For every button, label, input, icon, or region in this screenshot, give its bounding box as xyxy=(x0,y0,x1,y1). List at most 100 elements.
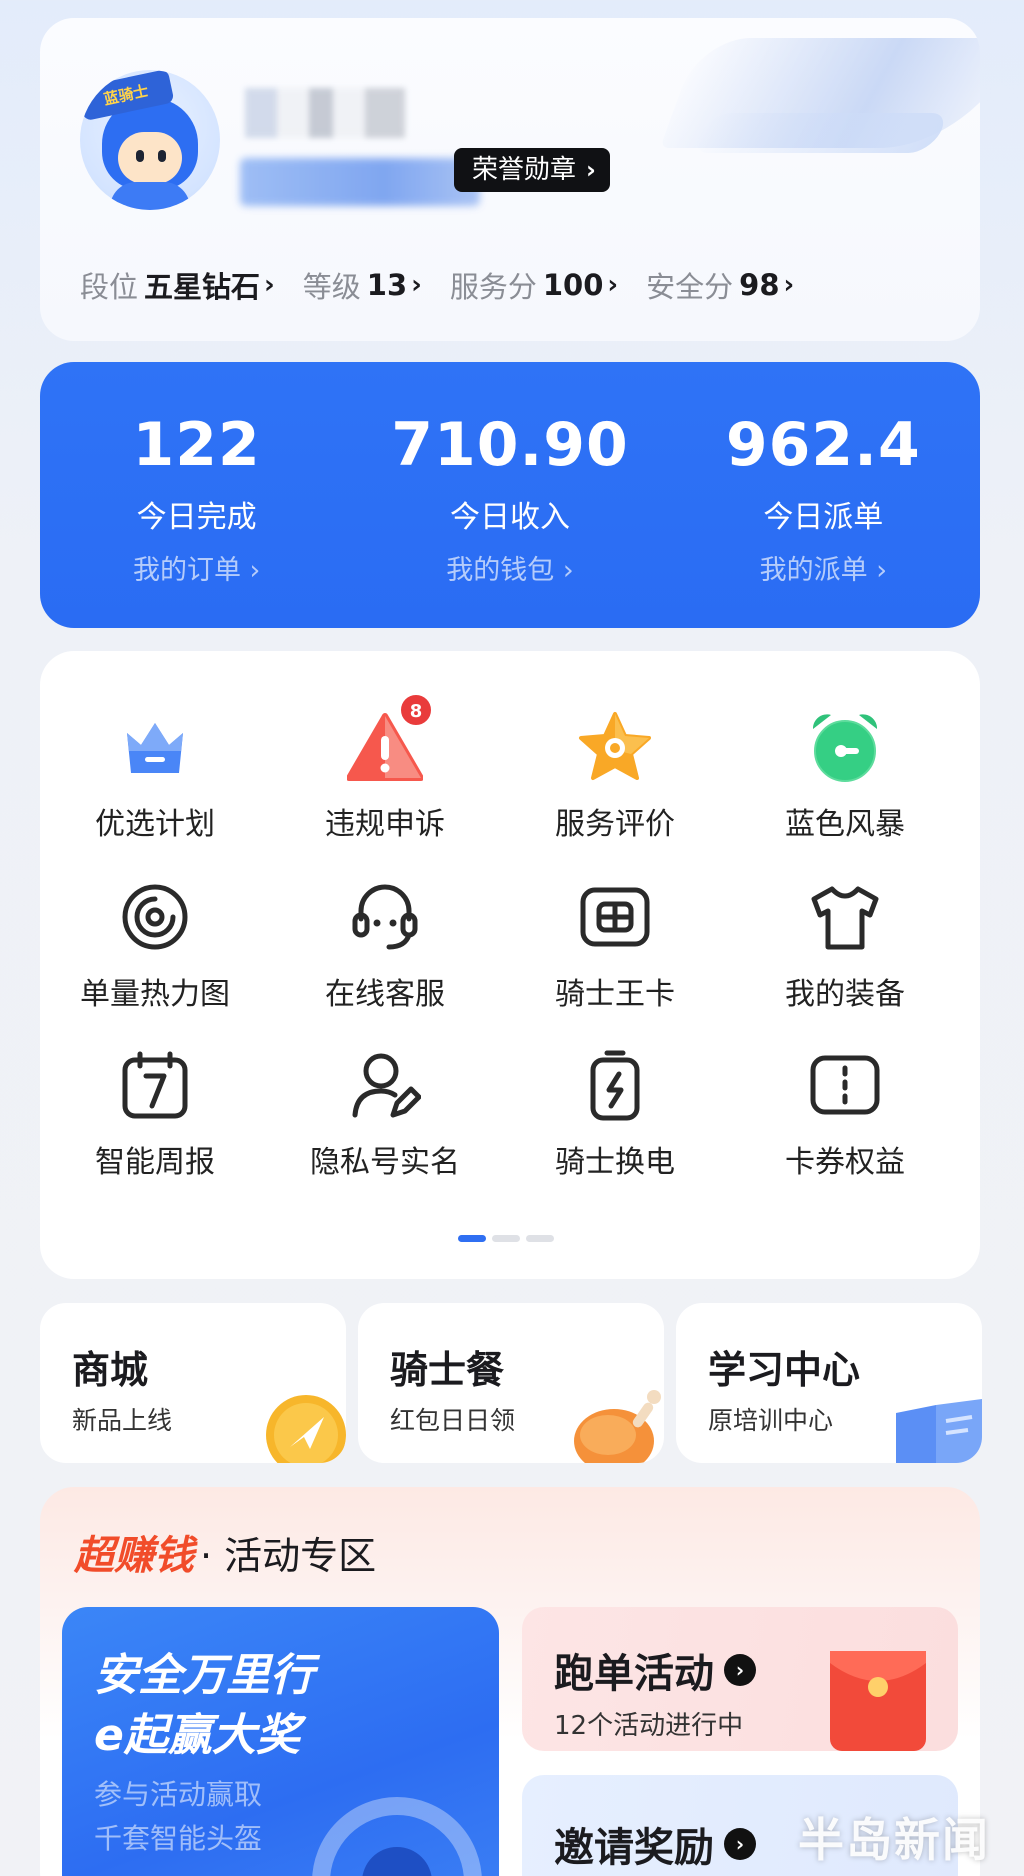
activity-title: · 活动专区 xyxy=(200,1534,377,1578)
tile-subtitle: 红包日日领 xyxy=(390,1406,516,1435)
run-activity-label: 跑单活动 xyxy=(554,1651,714,1697)
tile-title: 商城 xyxy=(72,1348,149,1392)
grid-label: 骑士王卡 xyxy=(555,977,675,1012)
page-dot xyxy=(492,1235,520,1242)
book-icon xyxy=(896,1399,982,1463)
grid-item-my-equipment[interactable]: 我的装备 xyxy=(730,877,960,1013)
stat-rank[interactable]: 段位 五星钻石 › xyxy=(80,264,275,306)
summary-income[interactable]: 710.90 今日收入 我的钱包 › xyxy=(353,362,666,628)
arrow-right-circle-icon: › xyxy=(724,1828,756,1860)
run-activity-count: 12个活动进行中 xyxy=(554,1711,744,1741)
redacted-name xyxy=(245,88,405,138)
activity-header: 超赚钱 · 活动专区 xyxy=(74,1523,376,1581)
grid-item-online-support[interactable]: 在线客服 xyxy=(270,877,500,1013)
chevron-right-icon: › xyxy=(586,156,596,184)
chevron-right-icon: › xyxy=(264,270,275,300)
grid-item-service-rating[interactable]: 服务评价 xyxy=(500,707,730,843)
profile-stats: 段位 五星钻石 › 等级 13 › 服务分 100 › 安全分 98 › xyxy=(80,264,822,306)
income-amount: 710.90 xyxy=(391,410,629,480)
crown-icon xyxy=(115,707,195,787)
tile-mall[interactable]: 商城 新品上线 xyxy=(40,1303,346,1463)
summary-completed[interactable]: 122 今日完成 我的订单 › xyxy=(40,362,353,628)
coupon-icon xyxy=(805,1045,885,1125)
grid-item-battery-swap[interactable]: 骑士换电 xyxy=(500,1045,730,1181)
completed-label: 今日完成 xyxy=(136,500,257,535)
battery-icon xyxy=(575,1045,655,1125)
honor-badge-button[interactable]: 荣誉勋章 › xyxy=(454,148,610,192)
banner-subtext: 参与活动赢取 xyxy=(94,1778,263,1811)
my-dispatch-link[interactable]: 我的派单 › xyxy=(667,548,980,587)
calendar-icon xyxy=(115,1045,195,1125)
stat-service-score[interactable]: 服务分 100 › xyxy=(450,264,618,306)
activity-brand: 超赚钱 xyxy=(74,1533,194,1579)
run-activity-card[interactable]: 跑单活动 › 12个活动进行中 xyxy=(522,1607,958,1751)
redacted-id xyxy=(240,158,480,206)
banner-subtext-2: 千套智能头盔 xyxy=(94,1822,263,1855)
run-activity-title: 跑单活动 › xyxy=(554,1641,756,1699)
dispatch-count: 962.4 xyxy=(725,410,921,480)
grid-item-privacy-number[interactable]: 隐私号实名 xyxy=(270,1045,500,1181)
banner-headline: 安全万里行 xyxy=(94,1650,314,1701)
grid-item-blue-storm[interactable]: 蓝色风暴 xyxy=(730,707,960,843)
dispatch-label: 今日派单 xyxy=(763,500,884,535)
chicken-leg-icon xyxy=(574,1390,661,1463)
grid-label: 在线客服 xyxy=(325,977,445,1012)
grid-item-weekly-report[interactable]: 智能周报 xyxy=(40,1045,270,1181)
invite-reward-title: 邀请奖励 › xyxy=(554,1815,756,1873)
my-wallet-link[interactable]: 我的钱包 › xyxy=(353,548,666,587)
arrow-right-circle-icon: › xyxy=(724,1654,756,1686)
grid-item-heatmap[interactable]: 单量热力图 xyxy=(40,877,270,1013)
stat-service-label: 服务分 xyxy=(449,270,537,304)
page-dot xyxy=(526,1235,554,1242)
stat-level-value: 13 xyxy=(366,268,408,302)
stat-level[interactable]: 等级 13 › xyxy=(303,264,422,306)
stat-level-label: 等级 xyxy=(302,270,361,304)
headset-icon xyxy=(345,877,425,957)
warning-icon: 8 xyxy=(345,693,433,787)
tile-title: 骑士餐 xyxy=(390,1348,505,1392)
red-envelope-icon xyxy=(830,1651,926,1751)
notification-badge: 8 xyxy=(399,693,433,727)
grid-label: 优选计划 xyxy=(95,807,215,842)
tile-subtitle: 新品上线 xyxy=(72,1406,173,1435)
chevron-right-icon: › xyxy=(411,270,422,300)
avatar[interactable]: 蓝骑士 xyxy=(80,70,220,210)
decor-wing xyxy=(688,113,952,153)
grid-item-preferred-plan[interactable]: 优选计划 xyxy=(40,707,270,843)
chevron-right-icon: › xyxy=(783,270,795,300)
stat-safety-score[interactable]: 安全分 98 › xyxy=(646,264,794,306)
honor-badge-label: 荣誉勋章 xyxy=(472,155,577,185)
grid-label: 卡券权益 xyxy=(785,1145,905,1180)
grid-label: 服务评价 xyxy=(555,807,675,842)
grid-item-knight-card[interactable]: 骑士王卡 xyxy=(500,877,730,1013)
stat-safety-label: 安全分 xyxy=(646,270,734,304)
grid-label: 违规申诉 xyxy=(325,807,445,842)
safety-campaign-banner[interactable]: 安全万里行 e起赢大奖 参与活动赢取 千套智能头盔 xyxy=(62,1607,499,1876)
stat-safety-value: 98 xyxy=(739,268,780,302)
completed-count: 122 xyxy=(132,410,261,480)
tile-learning-center[interactable]: 学习中心 原培训中心 xyxy=(676,1303,982,1463)
star-icon xyxy=(575,707,655,787)
grid-label: 骑士换电 xyxy=(555,1145,675,1180)
grid-label: 单量热力图 xyxy=(80,977,230,1012)
stat-service-value: 100 xyxy=(542,268,604,302)
profile-card: 蓝骑士 荣誉勋章 › 段位 五星钻石 › 等级 13 › 服务分 100 › 安… xyxy=(40,18,980,341)
grid-item-violation-appeal[interactable]: 8 违规申诉 xyxy=(270,693,500,843)
grid-label: 我的装备 xyxy=(785,977,905,1012)
summary-dispatch[interactable]: 962.4 今日派单 我的派单 › xyxy=(667,362,980,628)
income-label: 今日收入 xyxy=(449,500,570,535)
my-orders-link[interactable]: 我的订单 › xyxy=(40,548,353,587)
stat-rank-value: 五星钻石 xyxy=(144,270,261,304)
grid-label: 蓝色风暴 xyxy=(785,807,905,842)
page-indicator xyxy=(458,1235,554,1242)
grid-item-coupons[interactable]: 卡券权益 xyxy=(730,1045,960,1181)
tile-knight-meal[interactable]: 骑士餐 红包日日领 xyxy=(358,1303,664,1463)
tile-subtitle: 原培训中心 xyxy=(708,1406,834,1435)
user-edit-icon xyxy=(345,1045,425,1125)
target-icon xyxy=(115,877,195,957)
coin-icon xyxy=(266,1395,346,1463)
today-summary: 122 今日完成 我的订单 › 710.90 今日收入 我的钱包 › 962.4… xyxy=(40,362,980,628)
feature-grid: 优选计划 8 违规申诉 服务评价 蓝色风暴 单量热力图 在线客服 骑士王卡 我的… xyxy=(40,651,980,1279)
tshirt-icon xyxy=(805,877,885,957)
stat-rank-label: 段位 xyxy=(80,270,139,304)
